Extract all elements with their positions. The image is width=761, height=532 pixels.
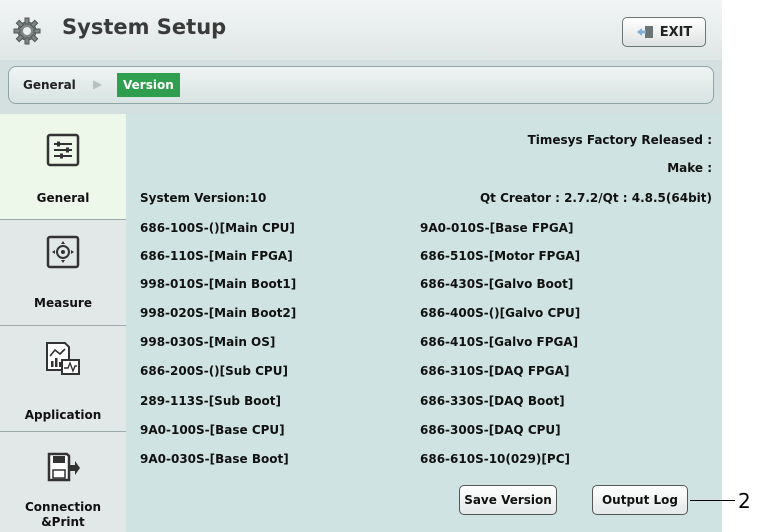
breadcrumb: General ▶ Version	[8, 66, 714, 104]
sidebar-item-measure[interactable]: Measure	[0, 220, 126, 326]
qt-creator-version: Qt Creator : 2.7.2/Qt : 4.8.5(64bit)	[479, 191, 712, 205]
list-item: 686-330S-[DAQ Boot]	[420, 394, 565, 408]
list-item: 686-110S-[Main FPGA]	[140, 249, 293, 263]
system-version: System Version:10	[140, 191, 267, 205]
list-item: 9A0-100S-[Base CPU]	[140, 423, 285, 437]
breadcrumb-general[interactable]: General	[23, 78, 76, 92]
make-label: Make :	[667, 161, 712, 175]
system-setup-window: System Setup EXIT General ▶ Version Gene…	[0, 0, 722, 532]
export-icon	[47, 452, 80, 482]
list-item: 998-020S-[Main Boot2]	[140, 306, 297, 320]
sidebar-item-label: Measure	[34, 296, 92, 310]
save-version-button[interactable]: Save Version	[459, 485, 557, 515]
callout-line	[690, 500, 735, 501]
sidebar-item-label: Connection &Print	[24, 500, 102, 529]
list-item: 9A0-030S-[Base Boot]	[140, 452, 289, 466]
exit-button[interactable]: EXIT	[622, 17, 706, 47]
title-bar: System Setup EXIT	[0, 0, 722, 60]
exit-label: EXIT	[659, 24, 693, 40]
list-item: 998-030S-[Main OS]	[140, 335, 276, 349]
list-item: 686-200S-()[Sub CPU]	[140, 364, 288, 378]
list-item: 686-100S-()[Main CPU]	[140, 221, 295, 235]
exit-icon	[636, 26, 653, 38]
version-panel: Timesys Factory Released : Make : System…	[126, 114, 722, 532]
page-title: System Setup	[62, 15, 227, 39]
output-log-button[interactable]: Output Log	[592, 485, 688, 515]
sidebar-item-general[interactable]: General	[0, 114, 126, 220]
breadcrumb-version: Version	[117, 73, 180, 97]
release-label: Timesys Factory Released :	[527, 133, 712, 147]
sidebar: General Measure Application Connection &…	[0, 114, 126, 532]
list-item: 686-610S-10(029)[PC]	[420, 452, 570, 466]
list-item: 686-430S-[Galvo Boot]	[420, 277, 574, 291]
chart-icon	[46, 342, 80, 375]
sidebar-item-connection-print[interactable]: Connection &Print	[0, 432, 126, 532]
list-item: 686-310S-[DAQ FPGA]	[420, 364, 570, 378]
list-item: 289-113S-[Sub Boot]	[140, 394, 281, 408]
callout-number: 2	[738, 489, 751, 513]
gear-icon	[13, 17, 41, 45]
sidebar-item-label: Application	[24, 408, 102, 422]
list-item: 998-010S-[Main Boot1]	[140, 277, 297, 291]
list-item: 686-400S-()[Galvo CPU]	[420, 306, 581, 320]
list-item: 686-410S-[Galvo FPGA]	[420, 335, 579, 349]
sliders-icon	[46, 133, 80, 167]
sidebar-item-label: General	[36, 191, 90, 205]
list-item: 9A0-010S-[Base FPGA]	[420, 221, 574, 235]
list-item: 686-510S-[Motor FPGA]	[420, 249, 581, 263]
list-item: 686-300S-[DAQ CPU]	[420, 423, 561, 437]
target-icon	[46, 235, 80, 269]
chevron-right-icon: ▶	[93, 77, 103, 91]
sidebar-item-application[interactable]: Application	[0, 326, 126, 432]
